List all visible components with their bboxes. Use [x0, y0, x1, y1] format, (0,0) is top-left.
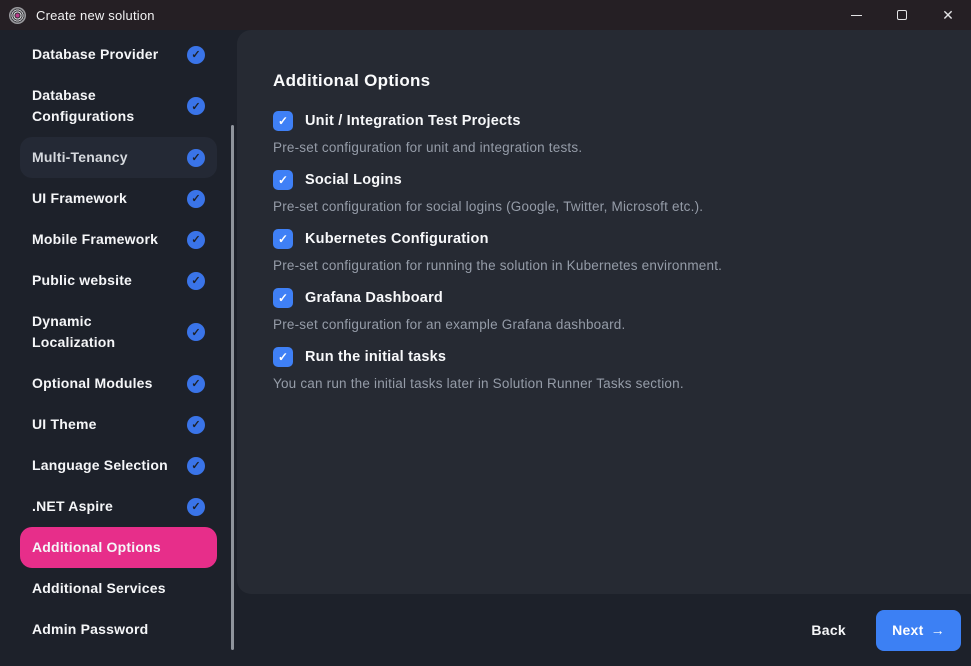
checkbox-checked[interactable]: ✓ [273, 170, 293, 190]
step-complete-icon: ✓ [187, 457, 205, 475]
sidebar-item[interactable]: Additional Options [20, 527, 217, 568]
sidebar-item[interactable]: Mobile Framework ✓ [20, 219, 217, 260]
sidebar-item-label: Additional Services [32, 578, 166, 599]
sidebar-item-label: Mobile Framework [32, 229, 158, 250]
maximize-button[interactable] [879, 0, 925, 30]
checkbox-checked[interactable]: ✓ [273, 229, 293, 249]
option-row[interactable]: ✓ Run the initial tasks [273, 343, 931, 371]
sidebar-steps: Database Provider✓Database Configuration… [0, 34, 237, 650]
sidebar-item[interactable]: UI Theme ✓ [20, 404, 217, 445]
option-block: ✓ Grafana Dashboard Pre-set configuration … [273, 284, 931, 335]
sidebar-item-label: .NET Aspire [32, 496, 113, 517]
minimize-button[interactable] [833, 0, 879, 30]
sidebar-item[interactable]: Multi-Tenancy ✓ [20, 137, 217, 178]
sidebar-item[interactable]: Public website ✓ [20, 260, 217, 301]
sidebar-item[interactable]: Optional Modules ✓ [20, 363, 217, 404]
sidebar-item-label: Multi-Tenancy [32, 147, 128, 168]
option-label: Unit / Integration Test Projects [305, 113, 521, 129]
option-description: Pre-set configuration for running the so… [273, 256, 931, 276]
step-complete-icon: ✓ [187, 231, 205, 249]
step-complete-icon: ✓ [187, 416, 205, 434]
option-row[interactable]: ✓ Grafana Dashboard [273, 284, 931, 312]
option-block: ✓ Kubernetes Configuration Pre-set configu… [273, 225, 931, 276]
close-button[interactable]: ✕ [925, 0, 971, 30]
wizard-footer: Back Next → [237, 594, 971, 666]
sidebar-item-label: Database Provider [32, 44, 158, 65]
sidebar-item[interactable]: Dynamic Localization ✓ [20, 301, 217, 363]
sidebar-item-label: Database Configurations [32, 85, 179, 127]
option-description: Pre-set configuration for social logins … [273, 197, 931, 217]
sidebar-item[interactable]: Database Configurations ✓ [20, 75, 217, 137]
option-description: You can run the initial tasks later in S… [273, 374, 931, 394]
step-content-panel: Additional Options ✓ Unit / Integration T… [237, 30, 971, 594]
sidebar-item-label: Language Selection [32, 455, 168, 476]
option-row[interactable]: ✓ Social Logins [273, 166, 931, 194]
sidebar-item-label: Admin Password [32, 619, 148, 640]
window-title: Create new solution [36, 8, 155, 23]
sidebar-item-label: Public website [32, 270, 132, 291]
arrow-right-icon: → [931, 622, 945, 638]
maximize-icon [897, 10, 907, 20]
step-complete-icon: ✓ [187, 190, 205, 208]
option-row[interactable]: ✓ Kubernetes Configuration [273, 225, 931, 253]
sidebar-item[interactable]: Admin Password [20, 609, 217, 650]
option-label: Grafana Dashboard [305, 290, 443, 306]
sidebar-item[interactable]: UI Framework ✓ [20, 178, 217, 219]
sidebar-item-label: UI Theme [32, 414, 97, 435]
option-description: Pre-set configuration for unit and integ… [273, 138, 931, 158]
step-complete-icon: ✓ [187, 97, 205, 115]
close-icon: ✕ [942, 8, 954, 22]
step-complete-icon: ✓ [187, 498, 205, 516]
page-title: Additional Options [273, 68, 931, 94]
step-complete-icon: ✓ [187, 323, 205, 341]
sidebar-item[interactable]: .NET Aspire ✓ [20, 486, 217, 527]
sidebar-item-label: Optional Modules [32, 373, 153, 394]
option-block: ✓ Social Logins Pre-set configuration for … [273, 166, 931, 217]
sidebar-scrollbar[interactable] [231, 125, 234, 650]
step-complete-icon: ✓ [187, 149, 205, 167]
sidebar-item[interactable]: Language Selection ✓ [20, 445, 217, 486]
options-list: ✓ Unit / Integration Test Projects Pre-set… [273, 107, 931, 394]
step-complete-icon: ✓ [187, 46, 205, 64]
wizard-steps-sidebar: Database Provider✓Database Configuration… [0, 30, 237, 666]
option-label: Run the initial tasks [305, 349, 446, 365]
checkbox-checked[interactable]: ✓ [273, 347, 293, 367]
sidebar-item-label: Dynamic Localization [32, 311, 179, 353]
option-block: ✓ Unit / Integration Test Projects Pre-set… [273, 107, 931, 158]
sidebar-item-label: Additional Options [32, 537, 161, 558]
sidebar-item-label: UI Framework [32, 188, 127, 209]
next-button-label: Next [892, 622, 924, 638]
step-complete-icon: ✓ [187, 272, 205, 290]
option-block: ✓ Run the initial tasks You can run the in… [273, 343, 931, 394]
app-logo-icon [9, 7, 26, 24]
option-row[interactable]: ✓ Unit / Integration Test Projects [273, 107, 931, 135]
option-label: Kubernetes Configuration [305, 231, 489, 247]
titlebar: Create new solution ✕ [0, 0, 971, 30]
next-button[interactable]: Next → [876, 610, 961, 651]
minimize-icon [851, 15, 862, 16]
window-controls: ✕ [833, 0, 971, 30]
back-button[interactable]: Back [811, 622, 846, 638]
checkbox-checked[interactable]: ✓ [273, 111, 293, 131]
option-description: Pre-set configuration for an example Gra… [273, 315, 931, 335]
option-label: Social Logins [305, 172, 402, 188]
step-complete-icon: ✓ [187, 375, 205, 393]
sidebar-item[interactable]: Database Provider ✓ [20, 34, 217, 75]
create-new-solution-window: { "window": { "title": "Create new solut… [0, 0, 971, 666]
sidebar-item[interactable]: Additional Services [20, 568, 217, 609]
checkbox-checked[interactable]: ✓ [273, 288, 293, 308]
